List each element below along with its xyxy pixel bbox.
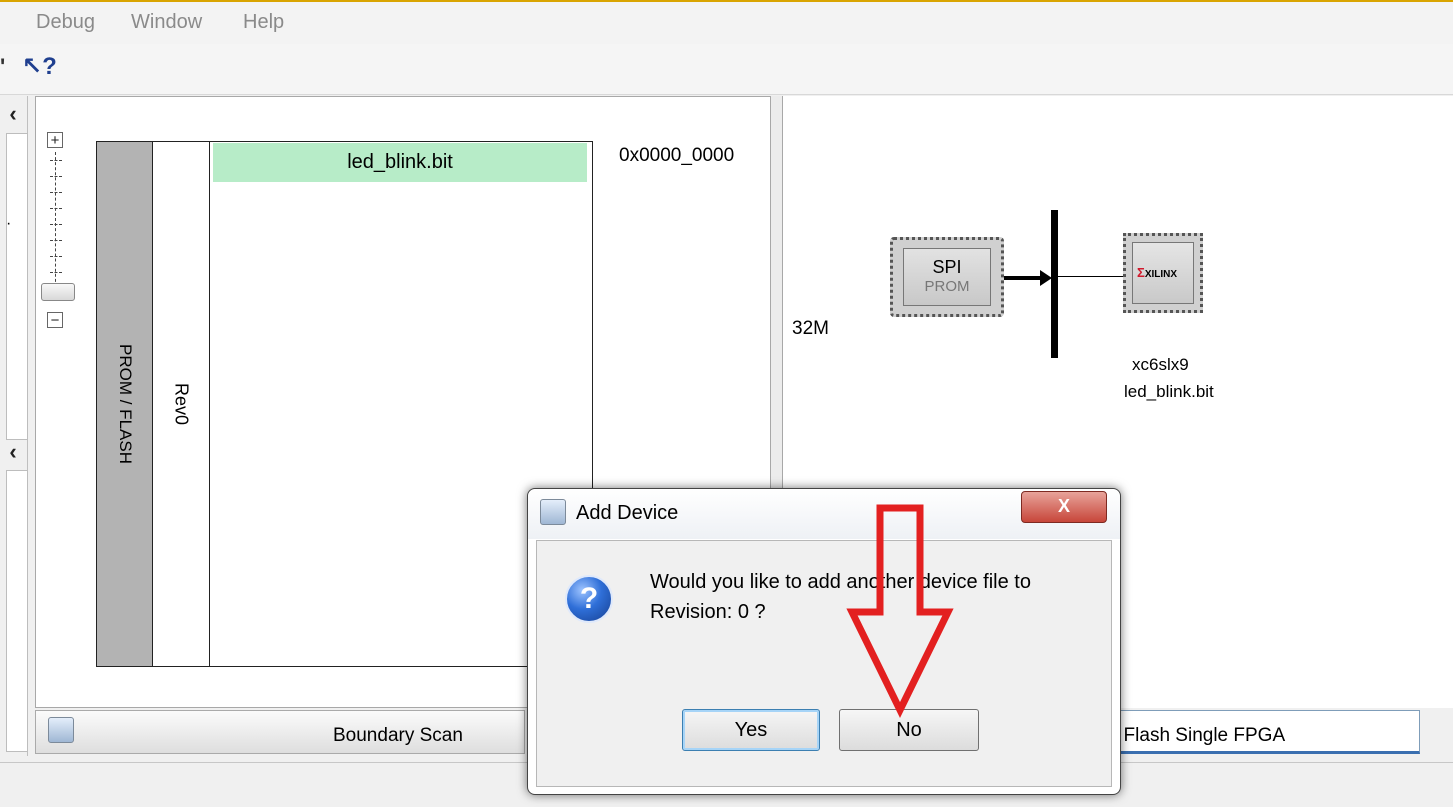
zoom-tick — [50, 176, 62, 178]
start-address-label: 0x0000_0000 — [619, 145, 735, 166]
spi-prom-body: SPI PROM — [903, 248, 991, 306]
toolbar: ' ↖? — [0, 44, 1453, 95]
chain-arrow-line — [1004, 276, 1044, 280]
fpga-file-label: led_blink.bit — [1124, 382, 1214, 401]
help-cursor-icon[interactable]: ↖? — [22, 52, 57, 81]
prom-size-label: 32M — [792, 318, 829, 339]
menu-bar: Debug Window Help — [0, 0, 1453, 44]
question-icon: ? — [565, 575, 613, 623]
zoom-tick — [50, 240, 62, 242]
yes-button[interactable]: Yes — [682, 709, 820, 751]
expand-left-icon[interactable]: ‹ — [4, 102, 22, 126]
zoom-tick — [50, 224, 62, 226]
zoom-in-button[interactable]: + — [47, 132, 63, 148]
revision-column[interactable]: Rev0 — [152, 141, 210, 667]
strip-dot: · — [6, 215, 12, 232]
revision-label: Rev0 — [171, 382, 192, 426]
dialog-close-button[interactable]: X — [1021, 491, 1107, 523]
boundary-scan-icon — [48, 717, 74, 743]
spi-title: SPI — [932, 257, 962, 277]
tab-boundary-scan[interactable]: Boundary Scan — [35, 710, 525, 754]
fpga-part-label: xc6slx9 — [1132, 355, 1189, 374]
tab-boundary-scan-label: Boundary Scan — [333, 725, 463, 746]
collapsed-panel-top — [6, 133, 28, 440]
tab-flash-single-fpga[interactable]: I Flash Single FPGA — [1110, 710, 1420, 754]
zoom-tick — [50, 160, 62, 162]
zoom-tick — [50, 192, 62, 194]
spi-prom-chip[interactable]: SPI PROM — [890, 237, 1004, 317]
dialog-title: Add Device — [576, 502, 679, 524]
prom-flash-label: PROM / FLASH — [115, 344, 135, 464]
zoom-slider-thumb[interactable] — [41, 283, 75, 301]
xilinx-logo-icon: ΣXILINX — [1132, 242, 1194, 304]
zoom-tick — [50, 272, 62, 274]
collapsed-panel-bottom — [6, 470, 28, 752]
fpga-chip[interactable]: ΣXILINX — [1123, 233, 1203, 313]
menu-window[interactable]: Window — [131, 11, 202, 34]
red-down-arrow-annotation — [846, 504, 954, 718]
zoom-tick — [50, 256, 62, 258]
zoom-out-button[interactable]: − — [47, 312, 63, 328]
spi-subtitle: PROM — [924, 278, 970, 295]
menu-debug[interactable]: Debug — [36, 11, 95, 34]
dialog-body: ? Would you like to add another device f… — [536, 540, 1112, 787]
add-device-dialog: Add Device X ? Would you like to add ano… — [527, 488, 1121, 795]
expand-left-icon-2[interactable]: ‹ — [4, 440, 22, 464]
dialog-title-bar: Add Device X — [528, 489, 1120, 539]
toolbar-item-icon[interactable]: ' — [0, 54, 5, 80]
jtag-bus-bar — [1051, 210, 1058, 358]
chain-connector-line — [1058, 276, 1126, 277]
xilinx-logo-text: XILINX — [1144, 269, 1178, 280]
tab-flash-single-fpga-label: I Flash Single FPGA — [1113, 725, 1286, 746]
prom-flash-column: PROM / FLASH — [96, 141, 153, 667]
menu-help[interactable]: Help — [243, 11, 284, 34]
dialog-app-icon — [540, 499, 566, 525]
bit-file-block[interactable]: led_blink.bit — [213, 143, 587, 182]
zoom-tick — [50, 208, 62, 210]
zoom-track — [55, 152, 57, 292]
